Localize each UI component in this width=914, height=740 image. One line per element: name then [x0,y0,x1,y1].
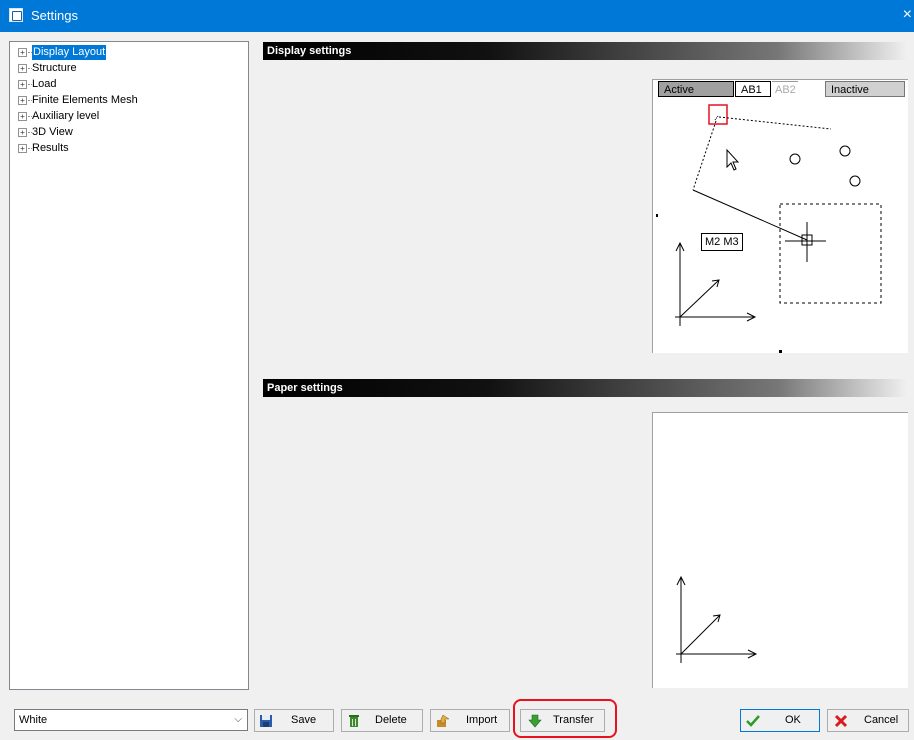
delete-button[interactable]: Delete [341,709,423,732]
save-label: Save [291,714,317,726]
cursor-icon [726,148,740,171]
cancel-button[interactable]: Cancel [827,709,909,732]
close-icon[interactable]: × [903,6,912,24]
tree-item-label: Results [32,142,69,154]
delete-label: Delete [375,714,407,726]
display-settings-title: Display settings [267,45,352,57]
node-circle-icon [839,145,851,157]
settings-tree[interactable]: + Display Layout + Structure + Load + Fi… [9,41,249,690]
tree-item-label: Load [32,78,57,90]
tree-item-label: Finite Elements Mesh [32,94,138,106]
import-icon [437,714,450,727]
cross-icon [834,714,848,728]
expand-icon[interactable]: + [18,144,27,153]
scheme-value: White [19,714,48,726]
member-label: M2 M3 [701,233,743,251]
tree-item-label: Auxiliary level [32,110,100,122]
title-bar: Settings × [0,0,914,32]
cancel-label: Cancel [864,714,899,726]
window-title: Settings [31,8,78,23]
checkmark-icon [746,715,760,727]
expand-icon[interactable]: + [18,80,27,89]
scheme-dropdown[interactable]: White ⌵ [14,709,248,731]
tree-item-label: Structure [32,62,77,74]
tree-item-label: Display Layout [32,45,107,60]
expand-icon[interactable]: + [18,96,27,105]
save-button[interactable]: Save [254,709,334,732]
display-settings-header: Display settings [263,42,907,60]
expand-icon[interactable]: + [18,64,27,73]
node-circle-icon [789,153,801,165]
paper-settings-title: Paper settings [267,382,343,394]
import-label: Import [466,714,498,726]
expand-icon[interactable]: + [18,128,27,137]
ok-button[interactable]: OK [740,709,820,732]
expand-icon[interactable]: + [18,48,27,57]
floppy-disk-icon [260,715,272,727]
node-circle-icon [849,175,861,187]
import-button[interactable]: Import [430,709,510,732]
display-preview: Active AB1 AB2 Inactive M2 M3 [652,79,908,353]
app-icon [9,8,23,22]
paper-settings-header: Paper settings [263,379,907,397]
paper-preview-canvas [676,575,758,663]
trash-icon [349,715,359,727]
paper-preview [652,412,908,688]
selection-marker-icon [708,104,728,125]
transfer-highlight-ring [513,699,617,738]
display-preview-canvas [656,104,882,353]
expand-icon[interactable]: + [18,112,27,121]
tree-item-label: 3D View [32,126,73,138]
ok-label: OK [785,714,801,726]
chevron-down-icon[interactable]: ⌵ [234,710,242,730]
